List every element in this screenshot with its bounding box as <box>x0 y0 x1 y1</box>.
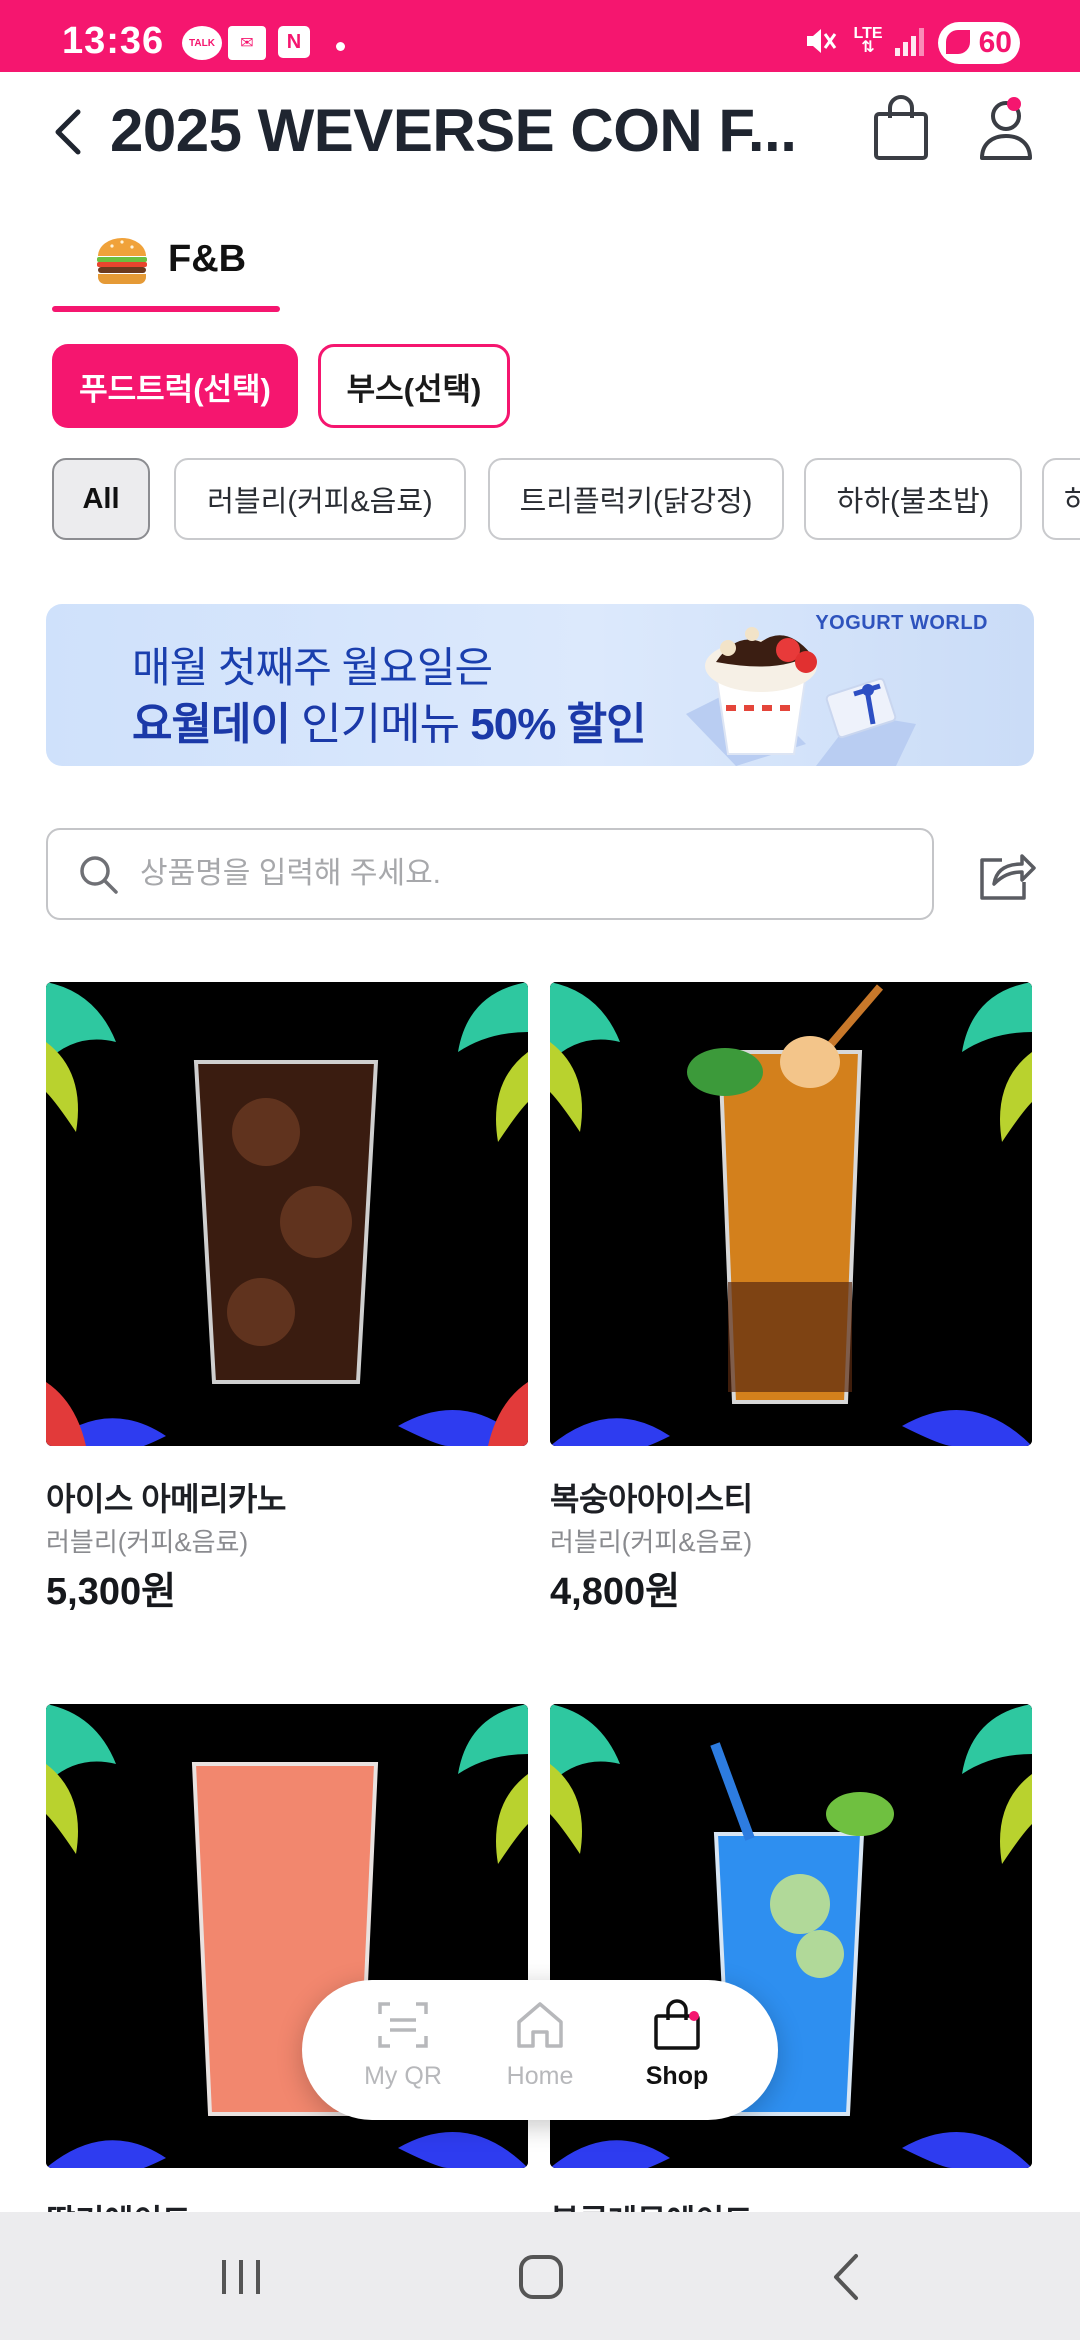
share-icon <box>980 854 1036 900</box>
battery-indicator: 60 <box>938 22 1020 64</box>
product-store: 러블리(커피&음료) <box>46 1527 249 1557</box>
nav-label: Home <box>506 2062 574 2090</box>
recent-apps-button[interactable] <box>206 2242 276 2312</box>
qr-scan-icon <box>378 2002 428 2048</box>
data-arrows-icon: ⇅ <box>861 39 875 56</box>
product-card[interactable]: 블루레몬에이드 <box>550 1704 1032 2212</box>
lte-icon: LTE ⇅ <box>850 26 886 56</box>
store-chip-all[interactable]: All <box>52 458 150 540</box>
product-name: 아이스 아메리카노 <box>46 1481 286 1517</box>
signal-icon <box>894 26 924 56</box>
iced-americano-image <box>46 982 528 1446</box>
share-button[interactable] <box>976 846 1036 902</box>
battery-level: 60 <box>978 26 1012 59</box>
chevron-left-icon <box>55 109 81 155</box>
shopping-bag-icon <box>654 1999 700 2050</box>
page-title: 2025 WEVERSE CON F... <box>110 97 797 164</box>
search-input[interactable] <box>140 830 910 918</box>
product-name: 딸기에이드 <box>46 2196 191 2212</box>
home-system-button[interactable] <box>506 2242 576 2312</box>
banner-line1: 매월 첫째주 월요일은 <box>132 644 493 691</box>
home-icon <box>517 2002 563 2048</box>
product-name: 복숭아아이스티 <box>550 1481 753 1517</box>
home-square-icon <box>519 2255 563 2299</box>
yogurt-cup-illustration <box>686 627 916 766</box>
profile-button[interactable] <box>974 94 1038 164</box>
product-image[interactable] <box>46 982 528 1446</box>
back-button[interactable] <box>44 100 92 164</box>
nav-label: My QR <box>364 2062 442 2090</box>
active-tab-indicator <box>52 306 280 312</box>
kakaotalk-notification-icon: TALK <box>182 26 222 60</box>
product-price: 5,300원 <box>46 1571 177 1613</box>
store-chip-partial[interactable]: 하 <box>1042 458 1080 540</box>
banner-highlight: 요월데이 <box>132 700 291 749</box>
bottom-nav-pill: My QR Home Shop <box>302 1980 778 2120</box>
burger-icon <box>97 238 147 284</box>
product-name: 블루레몬에이드 <box>550 2196 753 2212</box>
back-system-button[interactable] <box>812 2242 882 2312</box>
naver-notification-icon: N <box>278 26 310 58</box>
store-chip-haha[interactable]: 하하(불초밥) <box>804 458 1022 540</box>
status-bar: 13:36 TALK ✉ N LTE ⇅ 60 <box>0 0 1080 72</box>
product-image[interactable] <box>550 982 1032 1446</box>
cart-button[interactable] <box>870 94 932 164</box>
peach-iced-tea-image <box>550 982 1032 1446</box>
recent-apps-icon <box>222 2260 260 2294</box>
nav-home[interactable]: Home <box>475 1998 605 2108</box>
tab-food-beverage[interactable]: F&B <box>52 220 280 312</box>
shopping-bag-icon <box>874 95 928 160</box>
tab-label: F&B <box>168 238 247 280</box>
back-chevron-icon <box>834 2254 858 2300</box>
store-chip-triple-lucky[interactable]: 트리플럭키(닭강정) <box>488 458 784 540</box>
mute-icon <box>804 26 838 56</box>
nav-my-qr[interactable]: My QR <box>338 1998 468 2108</box>
product-price: 4,800원 <box>550 1571 681 1613</box>
more-notifications-dot-icon <box>336 42 345 51</box>
system-navigation-bar <box>0 2212 1080 2340</box>
nav-label: Shop <box>645 2062 709 2090</box>
nav-shop[interactable]: Shop <box>612 1998 742 2108</box>
power-saving-icon <box>946 30 970 54</box>
filter-chip-food-truck[interactable]: 푸드트럭(선택) <box>52 344 298 428</box>
user-icon <box>980 97 1032 160</box>
promo-banner[interactable]: 매월 첫째주 월요일은 요월데이 인기메뉴 50% 할인 YOGURT WORL… <box>46 604 1034 766</box>
store-chip-lovely[interactable]: 러블리(커피&음료) <box>174 458 466 540</box>
app-header: 2025 WEVERSE CON F... <box>0 72 1080 192</box>
product-store: 러블리(커피&음료) <box>550 1527 753 1557</box>
news-notification-icon: ✉ <box>228 26 266 60</box>
status-time: 13:36 <box>62 20 165 62</box>
banner-discount: 50% 할인 <box>470 700 646 749</box>
search-icon <box>80 856 118 894</box>
product-card[interactable]: 딸기에이드 <box>46 1704 528 2212</box>
banner-line2-text: 인기메뉴 <box>289 700 471 749</box>
search-bar[interactable] <box>46 828 934 920</box>
store-filter-row[interactable]: All 러블리(커피&음료) 트리플럭키(닭강정) 하하(불초밥) 하 <box>52 458 1080 542</box>
filter-chip-booth[interactable]: 부스(선택) <box>318 344 510 428</box>
banner-line2: 요월데이 인기메뉴 50% 할인 <box>132 688 647 752</box>
